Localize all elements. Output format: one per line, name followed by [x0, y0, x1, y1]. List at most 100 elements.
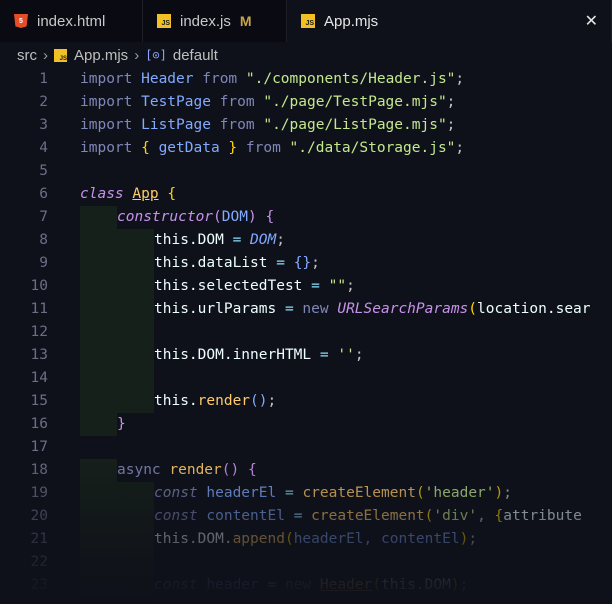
code-line[interactable]: 6 class App {: [0, 183, 612, 206]
code-token: ;: [311, 255, 320, 271]
code-token: header.: [154, 600, 215, 604]
breadcrumb-folder[interactable]: src: [17, 47, 37, 64]
line-number: 6: [39, 186, 48, 202]
code-token: {: [141, 140, 150, 156]
code-token: createElement: [311, 508, 425, 524]
line-number: 18: [30, 462, 48, 478]
code-token: ;: [503, 485, 512, 501]
breadcrumb-file[interactable]: App.mjs: [74, 47, 128, 64]
code-text: this.urlParams = new URLSearchParams(loc…: [154, 298, 591, 321]
code-line[interactable]: 20 const contentEl = createElement('div',…: [0, 505, 612, 528]
code-text: import Header from "./components/Header.…: [80, 68, 464, 91]
code-token: =: [284, 301, 303, 317]
code-line[interactable]: 10 this.selectedTest = "";: [0, 275, 612, 298]
code-line[interactable]: 14: [0, 367, 612, 390]
code-text: this.DOM.innerHTML = '';: [154, 344, 364, 367]
tab-index-html[interactable]: 5 index.html: [0, 0, 143, 42]
code-line[interactable]: 7 constructor(DOM) {: [0, 206, 612, 229]
code-token: ;: [267, 393, 277, 409]
line-number: 23: [30, 577, 48, 593]
line-number: 5: [39, 163, 48, 179]
code-line[interactable]: 23 const header = new Header(this.DOM);: [0, 574, 612, 597]
code-token: {: [247, 462, 257, 478]
code-text: async render() {: [117, 459, 257, 482]
code-token: "./page/TestPage.mjs": [263, 94, 447, 110]
line-number: 10: [30, 278, 48, 294]
code-line[interactable]: 5: [0, 160, 612, 183]
indent-guide: [80, 206, 117, 229]
code-text: this.render();: [154, 390, 276, 413]
code-line[interactable]: 4 import { getData } from "./data/Storage…: [0, 137, 612, 160]
line-number: 13: [30, 347, 48, 363]
code-editor[interactable]: 1 import Header from "./components/Header…: [0, 68, 612, 604]
code-token: 'header': [424, 485, 495, 501]
line-number: 8: [39, 232, 48, 248]
code-line[interactable]: 22: [0, 551, 612, 574]
code-token: this: [154, 393, 189, 409]
indent-guide: [80, 597, 154, 604]
code-line[interactable]: 12: [0, 321, 612, 344]
code-line[interactable]: 8 this.DOM = DOM;: [0, 229, 612, 252]
code-token: from: [193, 71, 246, 87]
code-token: ;: [455, 71, 465, 87]
close-icon[interactable]: ✕: [585, 11, 598, 31]
tab-app-mjs[interactable]: JS App.mjs ✕: [287, 0, 612, 42]
code-token: =: [284, 485, 303, 501]
code-line[interactable]: 11 this.urlParams = new URLSearchParams(l…: [0, 298, 612, 321]
modified-indicator: M: [239, 13, 252, 29]
code-line[interactable]: 18 async render() {: [0, 459, 612, 482]
code-line[interactable]: 17: [0, 436, 612, 459]
code-line[interactable]: 9 this.dataList = {};: [0, 252, 612, 275]
indent-guide: [80, 298, 154, 321]
code-token: attribute: [503, 508, 582, 524]
code-text: this.selectedTest = "";: [154, 275, 355, 298]
breadcrumb-symbol[interactable]: default: [173, 47, 218, 64]
tab-bar: 5 index.html JS index.js M JS App.mjs ✕: [0, 0, 612, 42]
code-line[interactable]: 13 this.DOM.innerHTML = '';: [0, 344, 612, 367]
code-line[interactable]: 15 this.render();: [0, 390, 612, 413]
indent-guide: [80, 252, 154, 275]
code-line[interactable]: 2 import TestPage from "./page/TestPage.m…: [0, 91, 612, 114]
code-token: Header: [319, 577, 373, 593]
tab-index-js[interactable]: JS index.js M: [143, 0, 287, 42]
code-line[interactable]: 16}: [0, 413, 612, 436]
code-token: (: [284, 531, 294, 547]
code-line[interactable]: 21 this.DOM.append(headerEl, contentEl);: [0, 528, 612, 551]
js-file-icon: JS: [301, 14, 315, 28]
code-token: .selectedTest: [188, 278, 312, 294]
code-token: append: [232, 531, 285, 547]
code-token: getData: [149, 140, 229, 156]
js-file-icon: JS: [54, 48, 67, 62]
code-token: const: [154, 577, 207, 593]
indent-guide: [80, 528, 154, 551]
code-text: this.DOM.append(headerEl, contentEl);: [154, 528, 477, 551]
code-token: from: [210, 94, 264, 110]
line-number: 22: [30, 554, 48, 570]
code-token: const: [154, 485, 207, 501]
code-token: (: [213, 209, 222, 225]
code-token: '': [337, 347, 355, 363]
code-token: "./components/Header.js": [245, 71, 456, 87]
code-text: class App {: [80, 183, 176, 206]
code-token: render: [215, 600, 267, 604]
code-token: ;: [459, 577, 469, 593]
line-number: 12: [30, 324, 48, 340]
html5-icon: 5: [14, 14, 28, 28]
code-token: header: [206, 577, 268, 593]
code-token: Header: [141, 71, 194, 87]
code-token: App: [132, 186, 159, 202]
code-token: DOM: [250, 232, 277, 248]
indent-guide: [80, 344, 154, 367]
code-token: this: [154, 347, 189, 363]
code-line[interactable]: 19 const headerEl = createElement('header…: [0, 482, 612, 505]
code-line[interactable]: 3 import ListPage from "./page/ListPage.m…: [0, 114, 612, 137]
line-number: 15: [30, 393, 48, 409]
code-token: .DOM.innerHTML: [188, 347, 320, 363]
code-token: this: [154, 301, 189, 317]
code-token: from: [237, 140, 290, 156]
code-line[interactable]: 1 import Header from "./components/Header…: [0, 68, 612, 91]
tab-label: index.js: [180, 12, 231, 30]
code-token: }: [228, 140, 238, 156]
code-line[interactable]: 24 header.render();: [0, 597, 612, 604]
